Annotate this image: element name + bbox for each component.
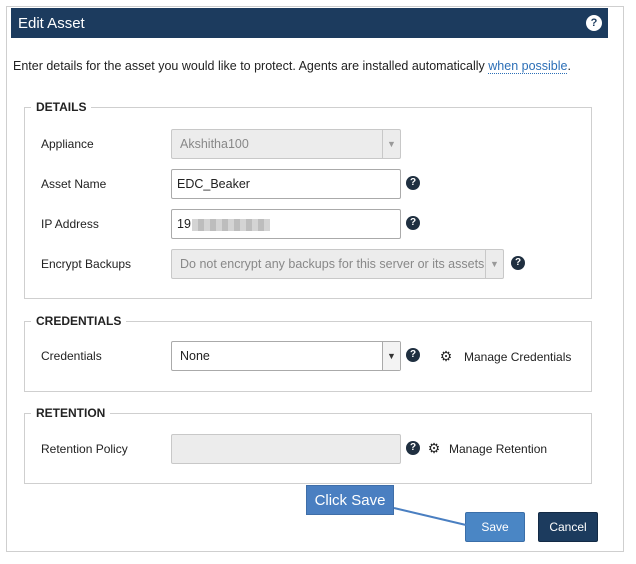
retention-policy-input[interactable] <box>171 434 401 464</box>
gear-icon[interactable]: ⚙ <box>438 348 454 364</box>
help-icon[interactable]: ? <box>406 216 420 230</box>
dialog-titlebar: Edit Asset ? <box>11 8 608 38</box>
appliance-value: Akshitha100 <box>180 137 249 151</box>
help-icon[interactable]: ? <box>511 256 525 270</box>
chevron-down-icon: ▼ <box>382 130 400 158</box>
credentials-select[interactable]: None ▼ <box>171 341 401 371</box>
encrypt-backups-value: Do not encrypt any backups for this serv… <box>180 257 485 271</box>
manage-retention-link[interactable]: Manage Retention <box>449 442 547 456</box>
click-save-callout: Click Save <box>306 485 394 515</box>
cancel-button[interactable]: Cancel <box>538 512 598 542</box>
gear-icon[interactable]: ⚙ <box>426 440 442 456</box>
encrypt-backups-select[interactable]: Do not encrypt any backups for this serv… <box>171 249 504 279</box>
details-legend: DETAILS <box>31 100 92 114</box>
retention-policy-label: Retention Policy <box>41 442 128 456</box>
ip-address-label: IP Address <box>41 217 99 231</box>
ip-address-value: 19 <box>177 217 191 231</box>
intro-text-body: Enter details for the asset you would li… <box>13 59 489 73</box>
asset-name-value: EDC_Beaker <box>177 177 250 191</box>
when-possible-link[interactable]: when possible <box>488 59 568 74</box>
help-icon[interactable]: ? <box>406 348 420 362</box>
help-icon[interactable]: ? <box>406 441 420 455</box>
credentials-legend: CREDENTIALS <box>31 314 127 328</box>
dialog-title: Edit Asset <box>18 15 85 32</box>
appliance-select[interactable]: Akshitha100 ▼ <box>171 129 401 159</box>
credentials-label: Credentials <box>41 349 102 363</box>
redacted-ip <box>191 218 270 231</box>
encrypt-backups-label: Encrypt Backups <box>41 257 132 271</box>
manage-credentials-link[interactable]: Manage Credentials <box>464 350 571 364</box>
ip-address-input[interactable]: 19 <box>171 209 401 239</box>
save-button[interactable]: Save <box>465 512 525 542</box>
appliance-label: Appliance <box>41 137 94 151</box>
help-icon[interactable]: ? <box>586 15 602 31</box>
intro-text: Enter details for the asset you would li… <box>13 59 571 74</box>
intro-text-tail: . <box>567 59 571 73</box>
retention-legend: RETENTION <box>31 406 111 420</box>
asset-name-label: Asset Name <box>41 177 107 191</box>
chevron-down-icon: ▼ <box>485 250 503 278</box>
help-icon[interactable]: ? <box>406 176 420 190</box>
chevron-down-icon: ▼ <box>382 342 400 370</box>
asset-name-input[interactable]: EDC_Beaker <box>171 169 401 199</box>
credentials-value: None <box>180 349 210 363</box>
